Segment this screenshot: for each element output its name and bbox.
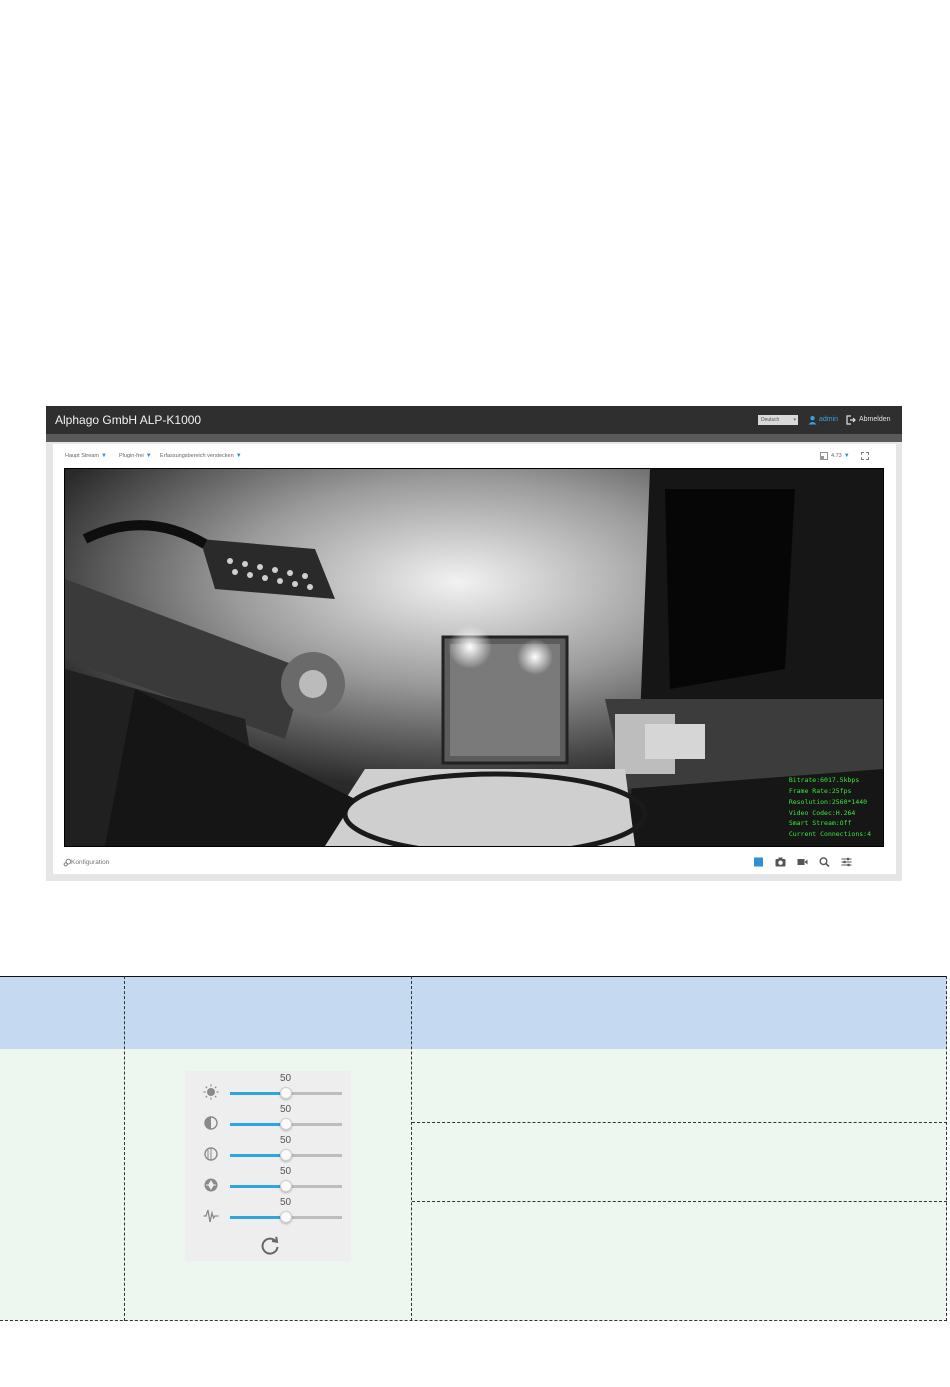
overlay-line: Frame Rate:25fps	[788, 787, 852, 796]
zoom-value: 4.73	[831, 453, 842, 459]
saturation-slider[interactable]: 50	[185, 1135, 351, 1163]
language-select[interactable]: Deutsch ▾	[758, 415, 798, 425]
settings-table	[0, 976, 947, 1321]
column-divider	[411, 976, 412, 1321]
denoise-slider[interactable]: 50	[185, 1197, 351, 1225]
video-frame	[65, 469, 883, 846]
chevron-down-icon: ▾	[793, 417, 796, 423]
top-bar: Alphago GmbH ALP-K1000 Deutsch ▾ admin A…	[46, 406, 902, 434]
language-value: Deutsch	[761, 417, 780, 423]
ratio-icon[interactable]	[820, 452, 828, 460]
adjust-icon[interactable]	[841, 857, 852, 867]
stream-label: Haupt Stream	[65, 453, 99, 459]
live-view-panel: Haupt Stream ▼ Plugin-frei ▼ Erfassungsber…	[53, 444, 896, 874]
aperture-icon	[204, 1178, 218, 1192]
row-divider	[412, 1201, 947, 1202]
column-divider	[124, 976, 125, 1321]
half-circle-icon	[204, 1116, 218, 1130]
zoom-select[interactable]: 4.73 ▼	[831, 453, 850, 459]
plugin-select[interactable]: Plugin-frei ▼	[119, 453, 152, 459]
zoom-icon[interactable]	[819, 857, 830, 867]
logout-icon[interactable]	[846, 415, 856, 425]
slider-value: 50	[280, 1166, 292, 1177]
camera-snapshot-icon[interactable]	[775, 857, 786, 867]
row-divider	[412, 1122, 947, 1123]
sun-icon	[203, 1084, 219, 1100]
user-icon	[808, 416, 817, 425]
image-adjust-panel: 50 50 50 50 50	[185, 1071, 351, 1261]
overlay-line: Resolution:2560*1440	[788, 797, 868, 806]
plugin-label: Plugin-frei	[119, 453, 144, 459]
slider-fill	[230, 1123, 286, 1126]
config-link[interactable]: Konfiguration	[71, 859, 109, 866]
user-name[interactable]: admin	[819, 416, 838, 423]
slider-handle[interactable]	[280, 1149, 292, 1161]
slider-handle[interactable]	[280, 1180, 292, 1192]
slider-handle[interactable]	[280, 1087, 292, 1099]
slider-handle[interactable]	[280, 1118, 292, 1130]
fullscreen-icon[interactable]	[861, 452, 869, 460]
slider-fill	[230, 1092, 286, 1095]
slider-fill	[230, 1154, 286, 1157]
waveform-icon	[203, 1209, 219, 1223]
table-header	[0, 976, 947, 1050]
capture-area-label: Erfassungsbereich verstecken	[160, 453, 234, 459]
chevron-down-icon: ▼	[843, 453, 850, 459]
brightness-slider[interactable]: 50	[185, 1073, 351, 1101]
overlay-line: Smart Stream:Off	[788, 819, 852, 828]
sharpness-slider[interactable]: 50	[185, 1166, 351, 1194]
app-title: Alphago GmbH ALP-K1000	[55, 413, 202, 427]
slider-fill	[230, 1216, 286, 1219]
slider-track	[286, 1154, 342, 1157]
slider-track	[286, 1185, 342, 1188]
slider-value: 50	[280, 1104, 292, 1115]
slider-value: 50	[280, 1073, 292, 1084]
overlay-line: Video Codec:H.264	[788, 808, 856, 817]
slider-track	[286, 1123, 342, 1126]
slider-track	[286, 1092, 342, 1095]
overlay-line: Current Connections:4	[788, 830, 871, 839]
chevron-down-icon: ▼	[100, 453, 107, 459]
camera-web-ui: Alphago GmbH ALP-K1000 Deutsch ▾ admin A…	[46, 406, 902, 881]
stream-stats-overlay: Bitrate:6017.5kbps Frame Rate:25fps Reso…	[789, 775, 871, 840]
contrast-slider[interactable]: 50	[185, 1104, 351, 1132]
reset-icon[interactable]	[259, 1235, 281, 1257]
overlay-line: Bitrate:6017.5kbps	[788, 776, 860, 785]
capture-area-select[interactable]: Erfassungsbereich verstecken ▼	[160, 453, 242, 459]
slider-value: 50	[280, 1197, 292, 1208]
chevron-down-icon: ▼	[145, 453, 152, 459]
table-body	[0, 1049, 947, 1321]
stream-select[interactable]: Haupt Stream ▼	[65, 453, 107, 459]
header-divider	[46, 434, 902, 442]
slider-handle[interactable]	[280, 1211, 292, 1223]
half-circle-outline-icon	[204, 1147, 218, 1161]
record-icon[interactable]	[797, 857, 808, 867]
column-divider	[946, 976, 947, 1321]
chevron-down-icon: ▼	[235, 453, 242, 459]
slider-fill	[230, 1185, 286, 1188]
slider-track	[286, 1216, 342, 1219]
stop-icon[interactable]	[753, 857, 764, 867]
live-video[interactable]: Bitrate:6017.5kbps Frame Rate:25fps Reso…	[64, 468, 884, 847]
slider-value: 50	[280, 1135, 292, 1146]
logout-button[interactable]: Abmelden	[859, 416, 891, 423]
